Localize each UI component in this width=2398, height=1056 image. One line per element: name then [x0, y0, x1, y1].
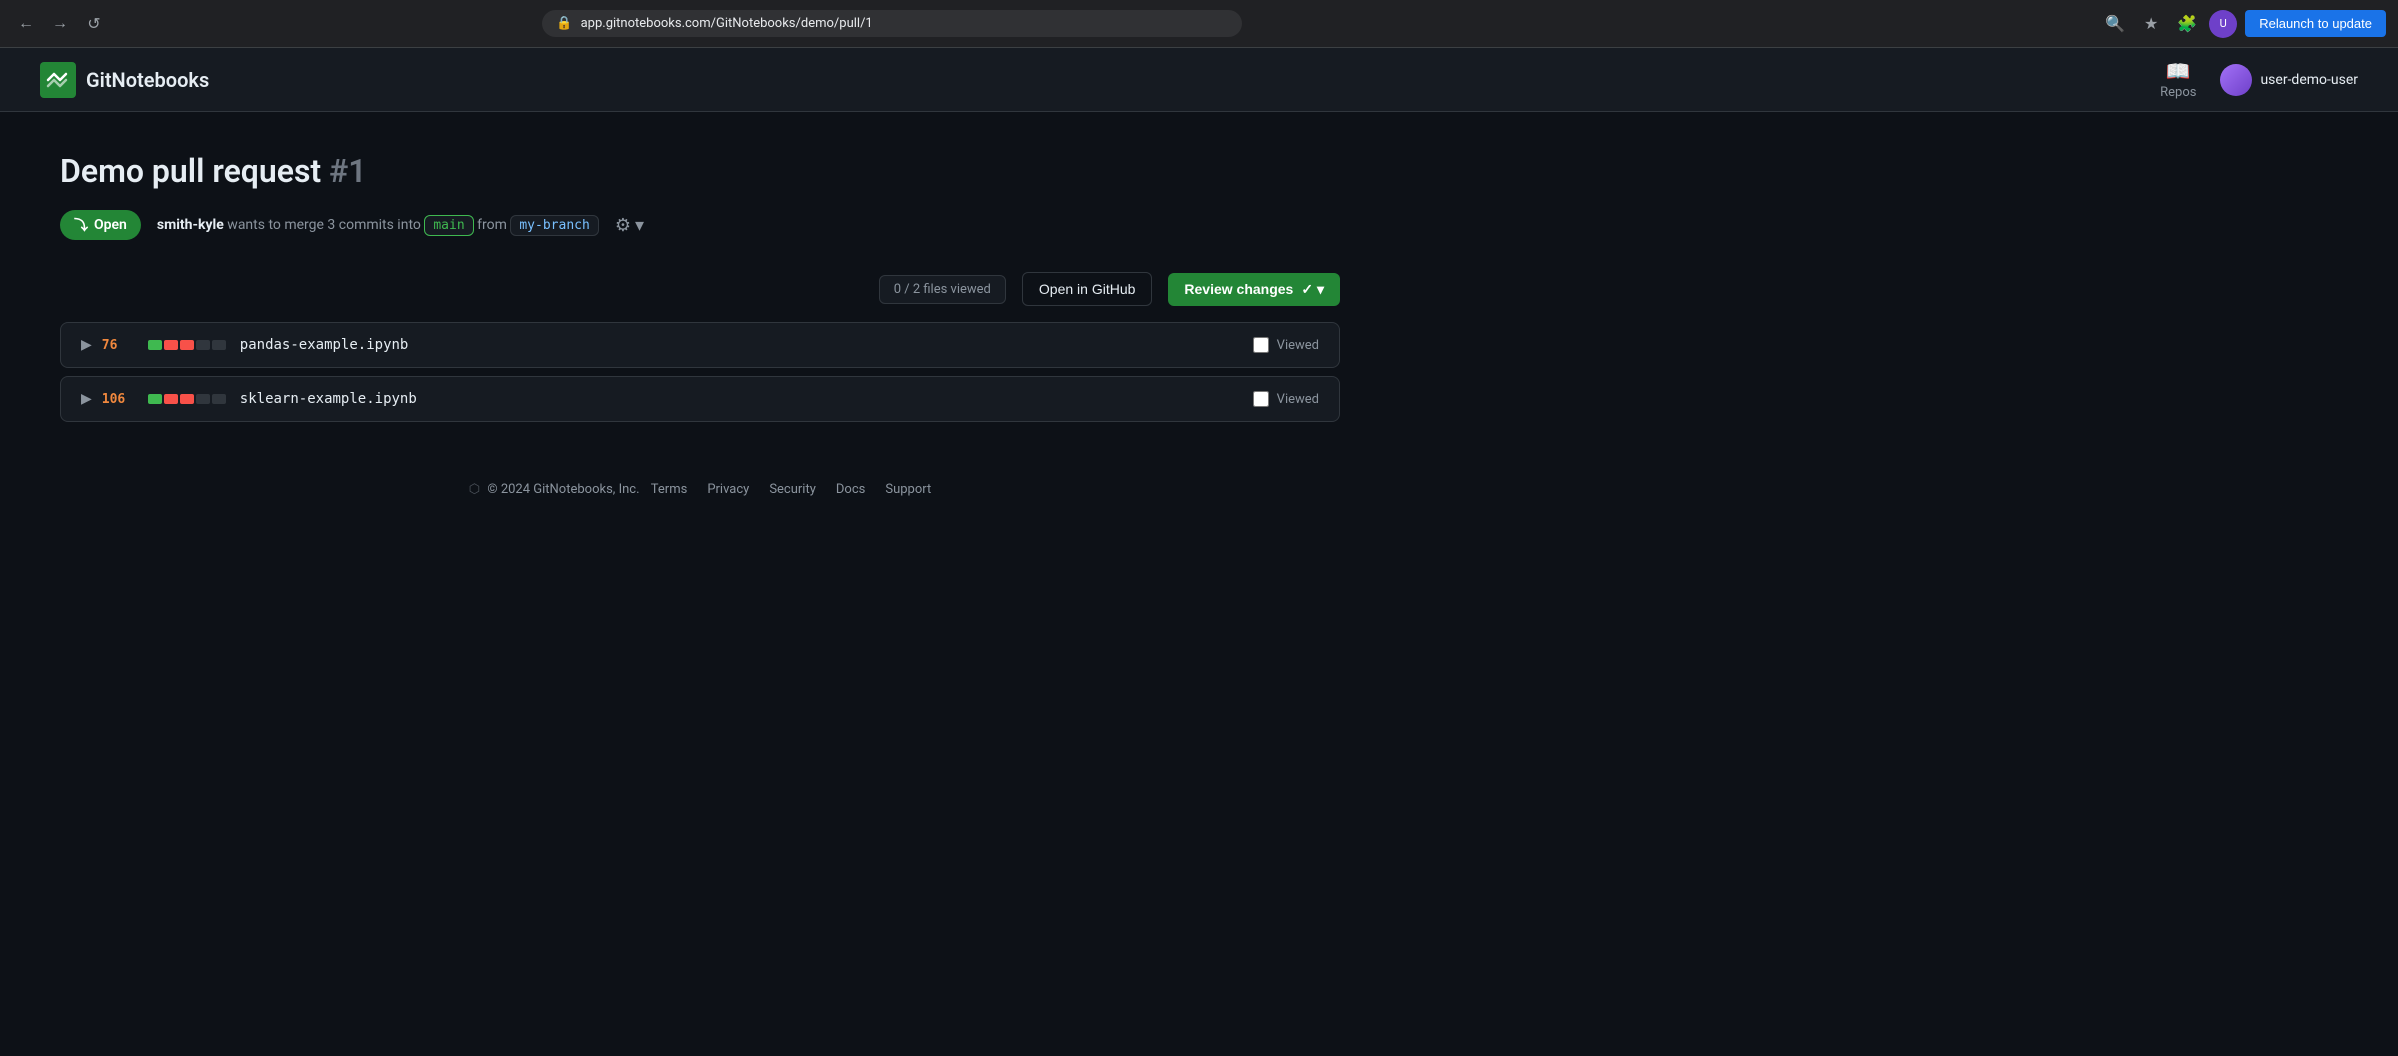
diff-bar-green	[148, 340, 162, 350]
pr-description: smith-kyle wants to merge 3 commits into…	[157, 217, 599, 233]
user-name: user-demo-user	[2260, 72, 2358, 88]
diff-bar-red-1	[164, 394, 178, 404]
pr-settings-button[interactable]: ⚙ ▾	[615, 215, 644, 236]
viewed-label: Viewed	[1277, 338, 1319, 353]
gear-icon: ⚙	[615, 215, 631, 236]
pr-status-icon: ⤵	[74, 215, 88, 235]
viewed-area: Viewed	[1253, 337, 1319, 353]
file-list: ▶ 76 pandas-example.ipynb Viewed ▶	[60, 322, 1340, 422]
search-icon[interactable]: 🔍	[2101, 10, 2129, 38]
footer-terms-link[interactable]: Terms	[651, 482, 688, 497]
file-row[interactable]: ▶ 106 sklearn-example.ipynb Viewed	[60, 376, 1340, 422]
lock-icon: 🔒	[556, 16, 572, 31]
gitnotebooks-logo-icon	[40, 62, 76, 98]
diff-bar-green	[148, 394, 162, 404]
back-button[interactable]: ←	[12, 10, 40, 38]
footer-privacy-link[interactable]: Privacy	[707, 482, 749, 497]
repos-icon: 📖	[2166, 59, 2191, 83]
relaunch-button[interactable]: Relaunch to update	[2245, 10, 2386, 37]
diff-bar-gray-2	[212, 394, 226, 404]
repos-label: Repos	[2160, 85, 2196, 100]
reload-button[interactable]: ↺	[80, 10, 108, 38]
top-nav: GitNotebooks 📖 Repos user-demo-user	[0, 48, 2398, 112]
main-content: Demo pull request #1 ⤵ Open smith-kyle w…	[0, 112, 1400, 577]
pr-base-branch[interactable]: main	[424, 215, 473, 236]
pr-status-badge: ⤵ Open	[60, 210, 141, 240]
logo-text: GitNotebooks	[86, 68, 209, 92]
files-viewed-counter: 0 / 2 files viewed	[879, 275, 1006, 304]
bookmark-icon[interactable]: ★	[2137, 10, 2165, 38]
footer-links: Terms Privacy Security Docs Support	[651, 482, 931, 497]
footer: ⬡ © 2024 GitNotebooks, Inc. Terms Privac…	[60, 422, 1340, 537]
review-changes-label: Review changes	[1184, 281, 1293, 297]
diff-bars	[148, 394, 226, 404]
diff-count: 76	[102, 338, 138, 353]
extensions-icon[interactable]: 🧩	[2173, 10, 2201, 38]
browser-actions: 🔍 ★ 🧩 U Relaunch to update	[2101, 10, 2386, 38]
viewed-checkbox[interactable]	[1253, 391, 1269, 407]
user-badge[interactable]: user-demo-user	[2220, 64, 2358, 96]
open-github-button[interactable]: Open in GitHub	[1022, 272, 1153, 306]
file-name: pandas-example.ipynb	[240, 337, 1253, 353]
forward-button[interactable]: →	[46, 10, 74, 38]
logo-area[interactable]: GitNotebooks	[40, 62, 209, 98]
url-text: app.gitnotebooks.com/GitNotebooks/demo/p…	[581, 16, 873, 31]
footer-security-link[interactable]: Security	[769, 482, 816, 497]
diff-bar-gray-2	[212, 340, 226, 350]
diff-bar-red-1	[164, 340, 178, 350]
file-name: sklearn-example.ipynb	[240, 391, 1253, 407]
diff-bar-red-2	[180, 340, 194, 350]
diff-count: 106	[102, 392, 138, 407]
pr-head-branch[interactable]: my-branch	[510, 215, 598, 236]
footer-logo-icon: ⬡	[469, 482, 480, 497]
pr-status-text: Open	[94, 217, 127, 233]
nav-right: 📖 Repos user-demo-user	[2160, 59, 2358, 100]
diff-bars	[148, 340, 226, 350]
viewed-label: Viewed	[1277, 392, 1319, 407]
pr-desc-prefix: wants to merge 3 commits into	[227, 217, 424, 233]
diff-bar-red-2	[180, 394, 194, 404]
files-header: 0 / 2 files viewed Open in GitHub Review…	[60, 272, 1340, 306]
address-bar[interactable]: 🔒 app.gitnotebooks.com/GitNotebooks/demo…	[542, 10, 1242, 37]
footer-support-link[interactable]: Support	[885, 482, 931, 497]
expand-icon: ▶	[81, 391, 92, 407]
profile-avatar[interactable]: U	[2209, 10, 2237, 38]
file-row[interactable]: ▶ 76 pandas-example.ipynb Viewed	[60, 322, 1340, 368]
dropdown-icon: ▾	[635, 215, 644, 236]
review-changes-button[interactable]: Review changes ✓ ▾	[1168, 273, 1340, 306]
viewed-area: Viewed	[1253, 391, 1319, 407]
pr-author: smith-kyle	[157, 217, 224, 233]
footer-copyright: © 2024 GitNotebooks, Inc.	[487, 482, 639, 497]
footer-docs-link[interactable]: Docs	[836, 482, 865, 497]
pr-meta: ⤵ Open smith-kyle wants to merge 3 commi…	[60, 210, 1340, 240]
browser-chrome: ← → ↺ 🔒 app.gitnotebooks.com/GitNotebook…	[0, 0, 2398, 48]
pr-title-text: Demo pull request	[60, 152, 321, 190]
review-changes-chevron-icon: ✓ ▾	[1301, 281, 1324, 298]
browser-nav: ← → ↺	[12, 10, 108, 38]
pr-number: #1	[329, 152, 366, 190]
expand-icon: ▶	[81, 337, 92, 353]
app: GitNotebooks 📖 Repos user-demo-user Demo…	[0, 48, 2398, 1056]
pr-title: Demo pull request #1	[60, 152, 1340, 190]
diff-bar-gray-1	[196, 394, 210, 404]
pr-from-text: from	[477, 217, 510, 233]
diff-bar-gray-1	[196, 340, 210, 350]
user-avatar	[2220, 64, 2252, 96]
viewed-checkbox[interactable]	[1253, 337, 1269, 353]
repos-link[interactable]: 📖 Repos	[2160, 59, 2196, 100]
